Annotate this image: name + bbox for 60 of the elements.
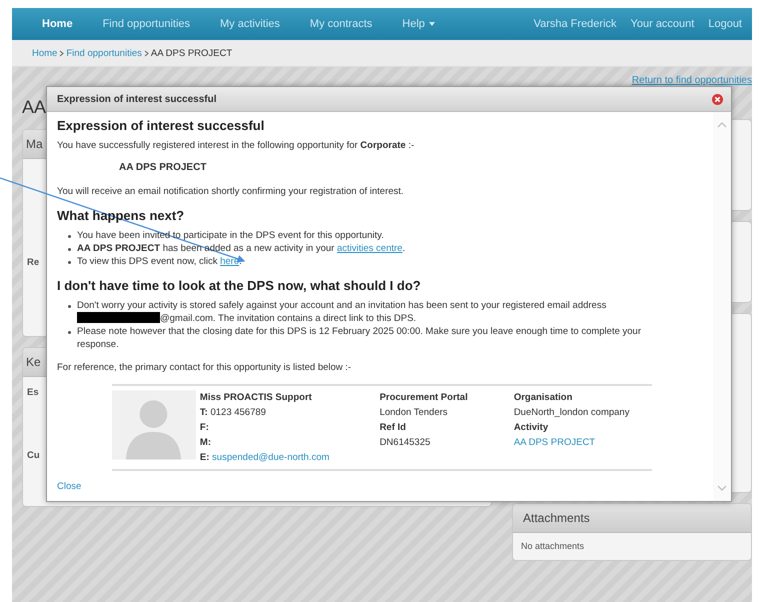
activity-link[interactable]: AA DPS PROJECT	[514, 435, 652, 450]
field-label: E:	[200, 452, 210, 463]
field-label: Cu	[26, 450, 40, 461]
email-link[interactable]: suspended@due-north.com	[212, 452, 330, 463]
bullet-icon	[68, 261, 71, 264]
nav-link[interactable]: Help	[402, 18, 435, 30]
field-label: Es	[26, 387, 39, 398]
nav-link[interactable]: Home	[42, 18, 73, 30]
inline-link[interactable]: activities centre	[336, 243, 402, 254]
field-value: London Tenders	[380, 406, 449, 420]
close-link[interactable]: Close	[57, 481, 82, 492]
dialog-heading: Expression of interest successful	[57, 118, 266, 133]
field-value: DN6145325	[380, 436, 432, 450]
field-label: Re	[26, 257, 40, 268]
field-label: F:	[200, 422, 209, 433]
user-name: Varsha Frederick	[534, 18, 617, 30]
close-icon[interactable]	[712, 94, 723, 104]
account-link[interactable]: Your account	[630, 18, 694, 30]
field-label: T:	[200, 407, 208, 418]
breadcrumb-link[interactable]: Find opportunities	[66, 48, 142, 58]
breadcrumb-current: AA DPS PROJECT	[150, 48, 232, 58]
reference-text: For reference, the primary contact for this opportunity is listed below :-	[57, 361, 352, 374]
bullet-icon	[68, 305, 71, 308]
breadcrumb-link[interactable]: Home	[32, 48, 58, 58]
list-item: Please note however that the closing date for this DPS is 12 February 2025 00:00. Make sure you leave enough time to complete your response.	[77, 325, 642, 351]
contact-name: Miss PROACTIS Support	[200, 391, 313, 405]
field-value: DueNorth_london company	[514, 406, 630, 420]
list-item: Don't worry your activity is stored safely against your account and an invitation has been sent to your registered email address	[77, 299, 608, 312]
field-label: Activity	[514, 421, 550, 435]
field-value: 0123 456789	[210, 407, 266, 418]
notice-text: You will receive an email notification shortly confirming your registration of interest.	[57, 185, 405, 198]
panel-title: Ma	[26, 137, 43, 151]
empty-message: No attachments	[520, 541, 584, 551]
scroll-up-icon[interactable]	[717, 122, 727, 128]
field-label: Organisation	[514, 391, 574, 405]
dialog-title: Expression of interest successful	[57, 94, 217, 104]
bullet-icon	[68, 235, 71, 238]
field-label: M:	[200, 437, 211, 448]
field-label: Ref Id	[380, 421, 407, 435]
project-name: AA DPS PROJECT	[119, 162, 208, 173]
page-title: AA	[22, 97, 46, 119]
list-item-continuation: @gmail.com. The invitation contains a direct link to this DPS.	[160, 313, 416, 324]
chevron-icon	[59, 50, 64, 56]
nav-link[interactable]: Find opportunities	[102, 18, 190, 30]
list-item: To view this DPS event now, click here.	[77, 256, 242, 267]
chevron-icon	[144, 50, 149, 56]
section-heading: I don't have time to look at the DPS now, what should I do?	[57, 278, 422, 293]
panel-title: Attachments	[513, 504, 751, 533]
field-label: Procurement Portal	[380, 391, 469, 405]
bullet-icon	[68, 331, 71, 334]
panel-title: Ke	[26, 355, 41, 369]
nav-link[interactable]: My contracts	[310, 18, 372, 30]
intro-text: You have successfully registered interest in the following opportunity for Corporate :-	[57, 139, 416, 152]
inline-link[interactable]: here	[220, 256, 240, 267]
return-link[interactable]: Return to find opportunities	[632, 74, 752, 86]
logout-link[interactable]: Logout	[708, 18, 742, 30]
scroll-down-icon[interactable]	[717, 485, 727, 491]
scrollbar[interactable]	[713, 112, 731, 501]
bullet-icon	[68, 248, 71, 251]
nav-link[interactable]: My activities	[220, 18, 280, 30]
